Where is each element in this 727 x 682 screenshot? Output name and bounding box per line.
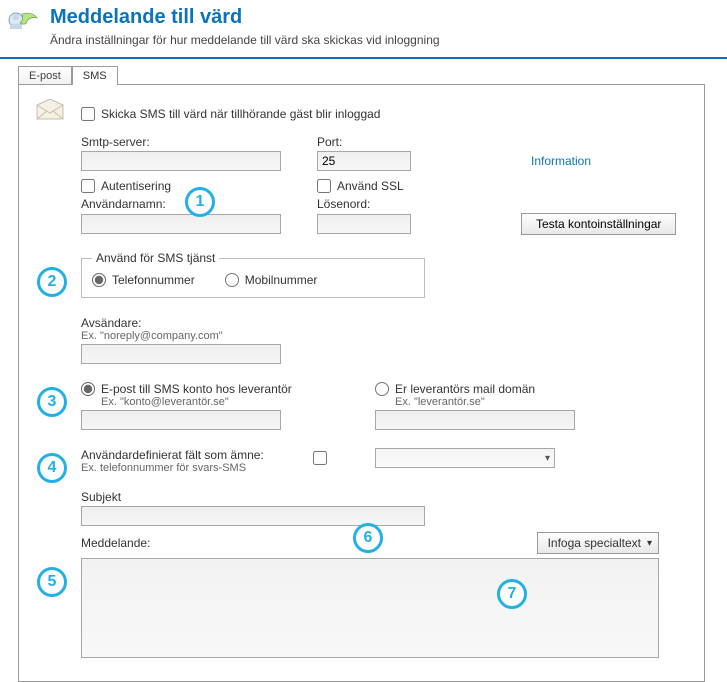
user-defined-subject-checkbox[interactable] bbox=[313, 451, 327, 465]
send-sms-checkbox[interactable] bbox=[81, 107, 95, 121]
sms-service-fieldset: Använd för SMS tjänst Telefonnummer Mobi… bbox=[81, 251, 425, 298]
phone-number-radio-label: Telefonnummer bbox=[112, 273, 195, 287]
annotation-6: 6 bbox=[353, 523, 383, 553]
message-label: Meddelande: bbox=[81, 536, 150, 550]
authentication-label: Autentisering bbox=[101, 179, 171, 193]
page-header: Meddelande till värd Ändra inställningar… bbox=[0, 0, 727, 59]
password-input[interactable] bbox=[317, 214, 411, 234]
sender-input[interactable] bbox=[81, 344, 281, 364]
username-input[interactable] bbox=[81, 214, 281, 234]
insert-special-text-label: Infoga specialtext bbox=[548, 536, 641, 550]
authentication-checkbox[interactable] bbox=[81, 179, 95, 193]
tab-strip: E-post SMS bbox=[18, 65, 727, 84]
information-link[interactable]: Information bbox=[531, 154, 591, 168]
subject-input[interactable] bbox=[81, 506, 425, 526]
tab-sms[interactable]: SMS bbox=[72, 66, 118, 85]
insert-special-text-button[interactable]: Infoga specialtext ▾ bbox=[537, 532, 659, 554]
sender-hint: Ex. "noreply@company.com" bbox=[81, 330, 686, 342]
mobile-number-radio-label: Mobilnummer bbox=[245, 273, 318, 287]
annotation-1: 1 bbox=[185, 187, 215, 217]
user-defined-subject-hint: Ex. telefonnummer för svars-SMS bbox=[81, 462, 313, 474]
sms-account-email-radio-label: E-post till SMS konto hos leverantör bbox=[101, 382, 292, 396]
smtp-server-input[interactable] bbox=[81, 151, 281, 171]
sms-service-legend: Använd för SMS tjänst bbox=[92, 251, 219, 265]
sms-settings-pane: 1 2 3 4 5 6 7 Skicka SMS till värd när t… bbox=[18, 84, 705, 682]
annotation-4: 4 bbox=[37, 453, 67, 483]
user-defined-subject-label: Användardefinierat fält som ämne: bbox=[81, 448, 313, 462]
annotation-7: 7 bbox=[497, 579, 527, 609]
smtp-server-label: Smtp-server: bbox=[81, 135, 317, 149]
annotation-5: 5 bbox=[37, 567, 67, 597]
send-sms-label: Skicka SMS till värd när tillhörande gäs… bbox=[101, 107, 380, 121]
mobile-number-radio[interactable] bbox=[225, 273, 239, 287]
subject-label: Subjekt bbox=[81, 490, 686, 504]
message-host-icon bbox=[4, 6, 40, 42]
phone-number-radio[interactable] bbox=[92, 273, 106, 287]
annotation-3: 3 bbox=[37, 387, 67, 417]
chevron-down-icon: ▾ bbox=[647, 538, 652, 549]
password-label: Lösenord: bbox=[317, 197, 491, 211]
test-account-settings-button[interactable]: Testa kontoinställningar bbox=[521, 213, 676, 235]
message-textarea[interactable] bbox=[81, 558, 659, 658]
provider-mail-domain-radio-label: Er leverantörs mail domän bbox=[395, 382, 535, 396]
port-label: Port: bbox=[317, 135, 491, 149]
use-ssl-checkbox[interactable] bbox=[317, 179, 331, 193]
sms-account-email-input[interactable] bbox=[81, 410, 281, 430]
use-ssl-label: Använd SSL bbox=[337, 179, 404, 193]
sms-account-email-radio[interactable] bbox=[81, 382, 95, 396]
user-defined-subject-combobox[interactable]: ▾ bbox=[375, 448, 555, 468]
chevron-down-icon: ▾ bbox=[545, 453, 550, 464]
provider-mail-domain-hint: Ex. "leverantör.se" bbox=[375, 396, 575, 408]
page-subtitle: Ändra inställningar för hur meddelande t… bbox=[50, 33, 440, 47]
provider-mail-domain-input[interactable] bbox=[375, 410, 575, 430]
envelope-icon bbox=[35, 99, 65, 124]
page-title: Meddelande till värd bbox=[50, 6, 440, 29]
sms-account-email-hint: Ex. "konto@leverantör.se" bbox=[81, 396, 375, 408]
tab-email[interactable]: E-post bbox=[18, 66, 72, 85]
annotation-2: 2 bbox=[37, 267, 67, 297]
sender-label: Avsändare: bbox=[81, 316, 686, 330]
provider-mail-domain-radio[interactable] bbox=[375, 382, 389, 396]
port-input[interactable] bbox=[317, 151, 411, 171]
